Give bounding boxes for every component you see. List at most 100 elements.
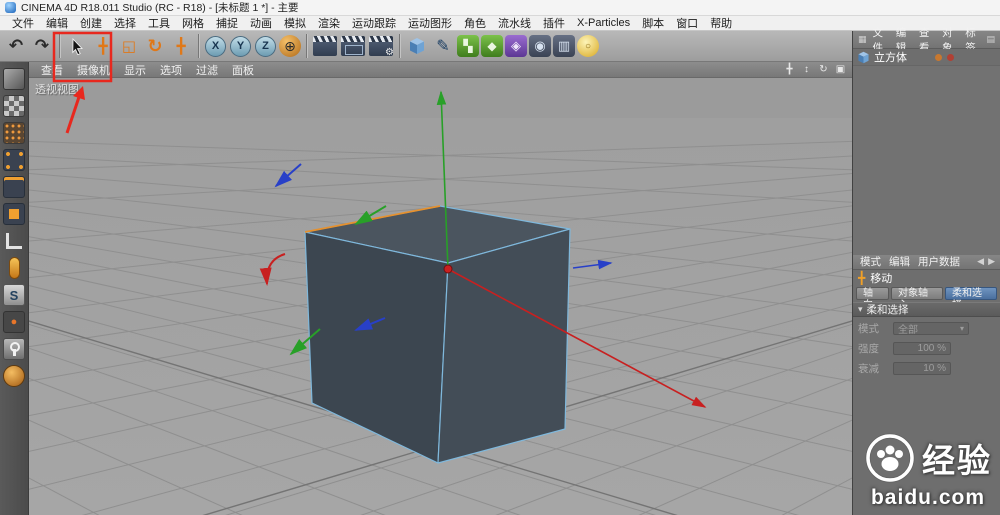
titlebar: CINEMA 4D R18.011 Studio (RC - R18) - [未… <box>0 0 1000 16</box>
toolbar-separator <box>198 34 199 58</box>
spline-pen-button[interactable]: ✎ <box>431 34 455 58</box>
tab-soft-selection[interactable]: 柔和选择 <box>945 286 997 311</box>
visibility-dot-icon[interactable] <box>935 53 942 61</box>
redo-button[interactable]: ↷ <box>30 34 54 58</box>
history-forward-icon[interactable]: ▶ <box>986 256 997 267</box>
section-collapse-icon: ▾ <box>858 303 863 314</box>
add-primitive-button[interactable] <box>405 34 429 58</box>
rotate-tool[interactable]: ↻ <box>143 34 167 58</box>
menu-script[interactable]: 脚本 <box>636 15 670 31</box>
app-icon <box>5 2 16 13</box>
watermark-brand: 经验 <box>922 442 992 479</box>
menu-tools[interactable]: 工具 <box>142 15 176 31</box>
menu-help[interactable]: 帮助 <box>704 15 738 31</box>
knob-button[interactable] <box>3 365 25 387</box>
viewport-menu-view[interactable]: 查看 <box>34 62 70 78</box>
display-button[interactable]: ▥ <box>553 35 575 57</box>
watermark: 经验 baidu.com <box>864 432 992 510</box>
prop-label-mode: 模式 <box>858 323 879 335</box>
render-picture-viewer-button[interactable] <box>341 36 365 56</box>
points-mode-button[interactable] <box>3 149 25 171</box>
gizmo-z-axis[interactable] <box>572 259 613 270</box>
object-name[interactable]: 立方体 <box>874 49 907 65</box>
gear-icon: ⚙ <box>385 47 394 58</box>
viewport-menu-filter[interactable]: 过滤 <box>189 62 225 78</box>
menu-render[interactable]: 渲染 <box>312 15 346 31</box>
am-menu-edit[interactable]: 编辑 <box>885 254 914 269</box>
snap-button[interactable]: S <box>3 284 25 306</box>
tab-axis[interactable]: 轴向 <box>856 286 889 311</box>
am-menu-mode[interactable]: 模式 <box>856 254 885 269</box>
menu-xparticles[interactable]: X-Particles <box>571 17 636 29</box>
prop-strength-field[interactable]: 100 % <box>893 342 951 355</box>
lock-button[interactable] <box>3 338 25 360</box>
texture-mode-button[interactable] <box>3 95 25 117</box>
render-settings-button[interactable]: ⚙ <box>369 36 394 58</box>
lock-z-axis-button[interactable]: Z <box>255 35 276 57</box>
render-dot-icon[interactable] <box>947 53 954 61</box>
live-selection-tool[interactable] <box>65 34 89 58</box>
lock-y-axis-button[interactable]: Y <box>230 35 251 57</box>
prop-label-strength: 强度 <box>858 343 879 355</box>
history-back-icon[interactable]: ◀ <box>975 256 986 267</box>
menu-mograph[interactable]: 运动图形 <box>402 15 458 31</box>
render-view-button[interactable] <box>313 36 337 56</box>
prop-falloff-field[interactable]: 10 % <box>893 362 951 375</box>
polygons-mode-button[interactable] <box>3 203 25 225</box>
menu-animate[interactable]: 动画 <box>244 15 278 31</box>
deformer-button[interactable]: ◈ <box>505 35 527 57</box>
viewport-3d-canvas[interactable] <box>0 78 1000 515</box>
menu-edit[interactable]: 编辑 <box>40 15 74 31</box>
menu-select[interactable]: 选择 <box>108 15 142 31</box>
lock-x-axis-button[interactable]: X <box>205 35 226 57</box>
axis-mode-button[interactable] <box>6 233 22 249</box>
scale-tool[interactable]: ◱ <box>117 34 141 58</box>
menu-simulate[interactable]: 模拟 <box>278 15 312 31</box>
cube-object[interactable] <box>304 205 571 464</box>
viewport-menu-panel[interactable]: 面板 <box>225 62 261 78</box>
viewport-menu-cameras[interactable]: 摄像机 <box>70 62 117 78</box>
undo-button[interactable]: ↶ <box>4 34 28 58</box>
last-tool-button[interactable]: ╋ <box>169 34 193 58</box>
toolbar-separator <box>399 34 400 58</box>
viewport-zoom-icon[interactable]: ↕ <box>800 64 813 75</box>
attribute-tabs: 轴向 对象轴心 柔和选择 <box>853 286 1000 311</box>
prop-mode-dropdown[interactable]: 全部 ▾ <box>893 322 969 336</box>
viewport-orbit-icon[interactable]: ↻ <box>817 64 830 75</box>
viewport-pan-icon[interactable]: ╋ <box>783 64 796 75</box>
viewport-menubar: 查看 摄像机 显示 选项 过滤 面板 ╋ ↕ ↻ ▣ <box>29 62 852 78</box>
am-menu-userdata[interactable]: 用户数据 <box>914 254 964 269</box>
menu-character[interactable]: 角色 <box>458 15 492 31</box>
tab-object-axis[interactable]: 对象轴心 <box>891 286 943 311</box>
simulation-button[interactable]: ◆ <box>481 35 503 57</box>
menu-mesh[interactable]: 网格 <box>176 15 210 31</box>
tool-name: 移动 <box>870 272 893 285</box>
object-row[interactable]: 立方体 <box>853 49 1000 65</box>
move-tool[interactable]: ╋ <box>91 34 115 58</box>
window-title: CINEMA 4D R18.011 Studio (RC - R18) - [未… <box>21 2 299 14</box>
model-mode-button[interactable] <box>3 68 25 90</box>
gizmo-origin[interactable] <box>443 264 453 274</box>
menu-pipeline[interactable]: 流水线 <box>492 15 537 31</box>
workplane-mode-button[interactable] <box>3 122 25 144</box>
object-manager-body[interactable] <box>853 65 1000 255</box>
mograph-button[interactable]: ▚ <box>457 35 479 57</box>
menu-window[interactable]: 窗口 <box>670 15 704 31</box>
paint-mode-button[interactable]: ● <box>3 311 25 333</box>
menu-file[interactable]: 文件 <box>6 15 40 31</box>
light-button[interactable]: ○ <box>577 35 599 57</box>
section-soft-selection[interactable]: ▾ 柔和选择 <box>853 301 1000 317</box>
viewport-maximize-icon[interactable]: ▣ <box>834 64 847 75</box>
enable-axis-button[interactable] <box>8 257 20 279</box>
menu-snap[interactable]: 捕捉 <box>210 15 244 31</box>
menu-plugins[interactable]: 插件 <box>537 15 571 31</box>
menu-motion-tracker[interactable]: 运动跟踪 <box>346 15 402 31</box>
coordinate-system-button[interactable]: ⊕ <box>279 35 301 57</box>
menu-create[interactable]: 创建 <box>74 15 108 31</box>
viewport-menu-display[interactable]: 显示 <box>117 62 153 78</box>
viewport-menu-options[interactable]: 选项 <box>153 62 189 78</box>
edges-mode-button[interactable] <box>3 176 25 198</box>
panel-icon[interactable]: ▦ <box>856 34 869 45</box>
camera-button[interactable]: ◉ <box>529 35 551 57</box>
om-options-icon[interactable]: ▤ <box>984 34 997 45</box>
